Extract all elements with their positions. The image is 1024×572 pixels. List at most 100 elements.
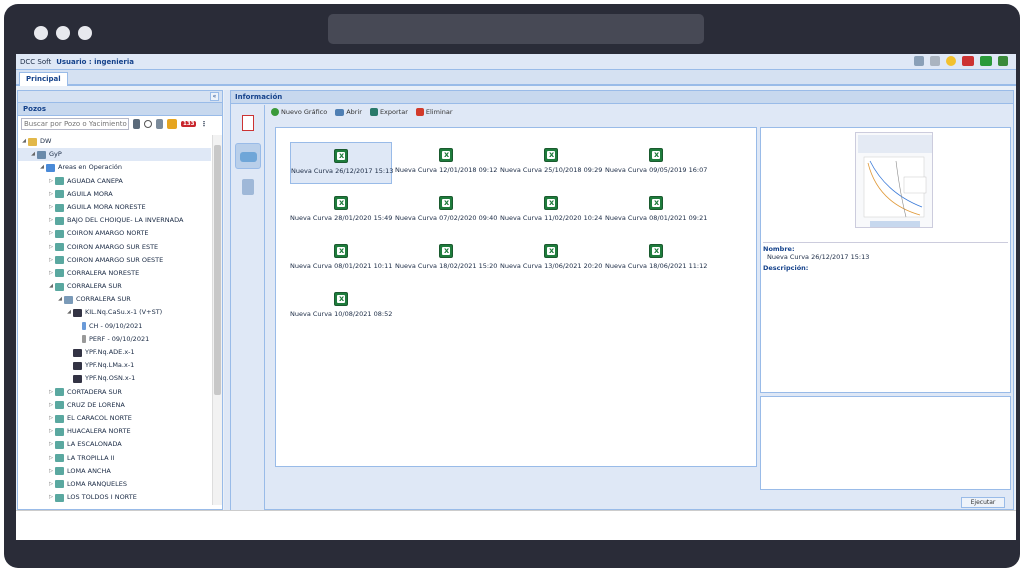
open-button[interactable]: Abrir (335, 108, 362, 116)
expand-arrow-icon[interactable]: ▷ (47, 438, 55, 451)
bulb-icon[interactable] (946, 56, 956, 66)
expand-arrow-icon[interactable]: ▷ (47, 412, 55, 425)
expand-arrow-icon[interactable]: ◢ (20, 135, 28, 148)
curve-file-item[interactable]: Nueva Curva 18/02/2021 15:20 (395, 238, 497, 280)
doc-icon (82, 335, 86, 344)
tree-node[interactable]: ▷ COIRON AMARGO SUR OESTE (18, 254, 211, 267)
curve-file-item[interactable]: Nueva Curva 13/06/2021 20:20 (500, 238, 602, 280)
app-footer (16, 510, 1016, 540)
tree-node[interactable]: ▷ LOMA ANCHA (18, 465, 211, 478)
curve-file-item[interactable]: Nueva Curva 10/08/2021 08:52 (290, 286, 392, 328)
tree-node[interactable]: ◢ CORRALERA SUR (18, 293, 211, 306)
expand-arrow-icon[interactable]: ◢ (56, 293, 64, 306)
expand-arrow-icon[interactable]: ▷ (47, 188, 55, 201)
tree-node[interactable]: ▷ LA TROPILLA II (18, 452, 211, 465)
pdf-button[interactable] (235, 111, 261, 137)
address-bar[interactable] (328, 14, 704, 44)
search-icon[interactable] (144, 120, 152, 128)
expand-arrow-icon[interactable]: ▷ (47, 227, 55, 240)
window-controls[interactable] (34, 26, 92, 40)
curve-file-item[interactable]: Nueva Curva 25/10/2018 09:29 (500, 142, 602, 184)
tree-node[interactable]: ▷ AGUILA MORA (18, 188, 211, 201)
expand-arrow-icon[interactable]: ▷ (47, 491, 55, 503)
tree-node[interactable]: ▷ AGUADA CANEPA (18, 175, 211, 188)
tree-node[interactable]: CH - 09/10/2021 (18, 320, 211, 333)
expand-arrow-icon[interactable]: ▷ (47, 465, 55, 478)
excel-file-icon (334, 149, 348, 163)
curves-button[interactable] (235, 143, 261, 169)
tree-node-label: CORTADERA SUR (67, 387, 122, 396)
curve-file-item[interactable]: Nueva Curva 26/12/2017 15:13 (290, 142, 393, 184)
exit-icon[interactable] (998, 56, 1008, 66)
curve-file-item[interactable]: Nueva Curva 18/06/2021 11:12 (605, 238, 707, 280)
delete-label: Eliminar (425, 108, 453, 116)
tree-node[interactable]: ▷ LOS TOLDOS I NORTE (18, 491, 211, 503)
tree-node-label: PERF - 09/10/2021 (89, 334, 150, 343)
print-icon[interactable] (930, 56, 940, 66)
notification-badge[interactable]: 133 (181, 121, 197, 127)
execute-button[interactable]: Ejecutar (961, 497, 1005, 508)
expand-arrow-icon[interactable]: ▷ (47, 241, 55, 254)
preview-panel: Nombre: Nueva Curva 26/12/2017 15:13 Des… (760, 127, 1011, 393)
search-db-button[interactable] (235, 175, 261, 201)
expand-arrow-icon[interactable]: ▷ (47, 425, 55, 438)
tree-node[interactable]: ◢ Areas en Operación (18, 161, 211, 174)
tree-node[interactable]: ▷ HUACALERA NORTE (18, 425, 211, 438)
tree-node[interactable]: YPF.Nq.OSN.x-1 (18, 372, 211, 385)
expand-arrow-icon[interactable]: ▷ (47, 386, 55, 399)
tree-node[interactable]: ◢ DW (18, 135, 211, 148)
expand-arrow-icon[interactable]: ◢ (47, 280, 55, 293)
expand-arrow-icon[interactable]: ▷ (47, 254, 55, 267)
curve-file-label: Nueva Curva 18/02/2021 15:20 (395, 262, 498, 270)
expand-arrow-icon[interactable]: ▷ (47, 175, 55, 188)
expand-arrow-icon[interactable]: ▷ (47, 267, 55, 280)
database-search-icon (242, 179, 254, 195)
flag-br-icon[interactable] (980, 56, 992, 66)
tag-icon[interactable] (167, 119, 177, 129)
curve-file-item[interactable]: Nueva Curva 12/01/2018 09:12 (395, 142, 497, 184)
expand-arrow-icon[interactable]: ◢ (65, 306, 73, 319)
tree-node[interactable]: ▷ COIRON AMARGO NORTE (18, 227, 211, 240)
curve-file-item[interactable]: Nueva Curva 08/01/2021 09:21 (605, 190, 707, 232)
tree-node[interactable]: ▷ CORTADERA SUR (18, 386, 211, 399)
new-chart-button[interactable]: Nuevo Gráfico (271, 108, 327, 116)
expand-arrow-icon[interactable]: ◢ (29, 148, 37, 161)
more-menu-icon[interactable]: ⋮ (200, 120, 207, 128)
expand-arrow-icon[interactable]: ▷ (47, 214, 55, 227)
tab-principal[interactable]: Principal (19, 72, 68, 86)
columns-icon[interactable] (133, 119, 140, 129)
export-button[interactable]: Exportar (369, 108, 408, 116)
tree-node[interactable]: ◢ GyP (18, 148, 211, 162)
tree-node[interactable]: ▷ CRUZ DE LORENA (18, 399, 211, 412)
tree-node[interactable]: ◢ KIL.Nq.CaSu.x-1 (V+ST) (18, 306, 211, 319)
tree-node[interactable]: ▷ CORRALERA NORESTE (18, 267, 211, 280)
search-input[interactable] (21, 118, 129, 130)
curve-file-item[interactable]: Nueva Curva 09/05/2019 16:07 (605, 142, 707, 184)
expand-arrow-icon[interactable]: ▷ (47, 452, 55, 465)
home-icon[interactable] (914, 56, 924, 66)
tree-node[interactable]: ▷ LOMA RANQUELES (18, 478, 211, 491)
flag-us-icon[interactable] (962, 56, 974, 66)
curve-file-item[interactable]: Nueva Curva 07/02/2020 09:40 (395, 190, 497, 232)
collapse-left-button[interactable]: « (210, 92, 219, 101)
tree-node[interactable]: YPF.Nq.ADE.x-1 (18, 346, 211, 359)
tree-node[interactable]: ▷ EL CARACOL NORTE (18, 412, 211, 425)
tree-node[interactable]: ▷ BAJO DEL CHOIQUE- LA INVERNADA (18, 214, 211, 227)
tree-node[interactable]: YPF.Nq.LMa.x-1 (18, 359, 211, 372)
curve-file-item[interactable]: Nueva Curva 28/01/2020 15:49 (290, 190, 392, 232)
expand-arrow-icon[interactable]: ▷ (47, 399, 55, 412)
curve-file-item[interactable]: Nueva Curva 08/01/2021 10:11 (290, 238, 392, 280)
expand-arrow-icon[interactable]: ▷ (47, 201, 55, 214)
tree-node[interactable]: ▷ COIRON AMARGO SUR ESTE (18, 241, 211, 254)
expand-arrow-icon[interactable]: ◢ (38, 161, 46, 174)
tree-node[interactable]: ▷ AGUILA MORA NORESTE (18, 201, 211, 214)
tree-node[interactable]: ◢ CORRALERA SUR (18, 280, 211, 293)
scroll-thumb[interactable] (214, 145, 221, 395)
tree-node[interactable]: ▷ LA ESCALONADA (18, 438, 211, 451)
filter-icon[interactable] (156, 119, 163, 129)
expand-arrow-icon[interactable]: ▷ (47, 478, 55, 491)
tree-scrollbar[interactable] (212, 135, 222, 505)
curve-file-item[interactable]: Nueva Curva 11/02/2020 10:24 (500, 190, 602, 232)
tree-node[interactable]: PERF - 09/10/2021 (18, 333, 211, 346)
delete-button[interactable]: Eliminar (415, 108, 453, 116)
